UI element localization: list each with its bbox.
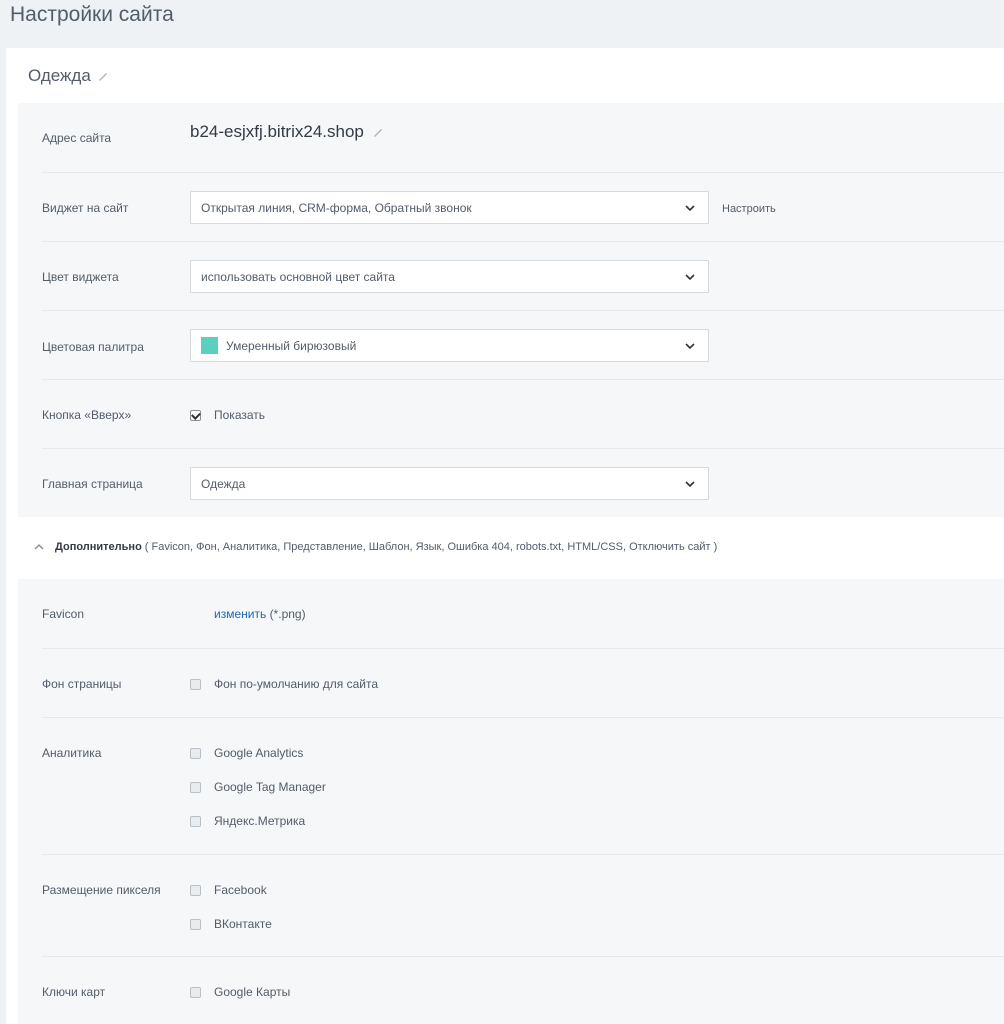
row-maps: Ключи карт Google Карты xyxy=(42,956,1004,1024)
advanced-title: Дополнительно xyxy=(55,541,142,553)
palette-swatch xyxy=(201,337,218,354)
pixel-label: Размещение пикселя xyxy=(42,883,161,897)
analytics-option: Google Analytics xyxy=(214,746,304,760)
up-button-checkbox[interactable]: Показать xyxy=(190,407,265,423)
row-up-button: Кнопка «Вверх» Показать xyxy=(42,379,1004,448)
pixel-option: ВКонтакте xyxy=(214,917,272,931)
checkbox-icon[interactable] xyxy=(190,781,201,793)
chevron-down-icon xyxy=(684,271,696,283)
analytics-option: Google Tag Manager xyxy=(214,780,326,794)
row-home-page: Главная страница Одежда xyxy=(42,448,1004,517)
settings-card: Одежда Адрес сайта b24-esjxfj.bitrix24.s… xyxy=(6,48,1004,1024)
advanced-items: ( Favicon, Фон, Аналитика, Представление… xyxy=(144,541,718,553)
row-background: Фон страницы Фон по-умолчанию для сайта xyxy=(42,648,1004,717)
favicon-hint: (*.png) xyxy=(269,607,306,621)
row-favicon: Favicon изменить (*.png) xyxy=(42,579,1004,648)
background-checkbox[interactable]: Фон по-умолчанию для сайта xyxy=(190,676,378,692)
edit-pencil-icon[interactable] xyxy=(97,70,109,82)
palette-select[interactable]: Умеренный бирюзовый xyxy=(190,329,709,362)
chevron-down-icon xyxy=(684,340,696,352)
widget-setup-link[interactable]: Настроить xyxy=(722,203,776,215)
home-page-label: Главная страница xyxy=(42,477,143,491)
chevron-up-icon xyxy=(34,542,44,552)
site-address-value: b24-esjxfj.bitrix24.shop xyxy=(190,122,364,141)
checkbox-icon[interactable] xyxy=(190,884,201,896)
row-palette: Цветовая палитра Умеренный бирюзовый xyxy=(42,310,1004,379)
home-page-select[interactable]: Одежда xyxy=(190,467,709,500)
row-analytics: Аналитика Google Analytics Google Tag Ma… xyxy=(42,717,1004,854)
checkbox-icon[interactable] xyxy=(190,918,201,930)
home-page-value: Одежда xyxy=(201,476,246,491)
chevron-down-icon xyxy=(684,202,696,214)
widget-color-label: Цвет виджета xyxy=(42,270,119,284)
maps-label: Ключи карт xyxy=(42,985,106,999)
analytics-label: Аналитика xyxy=(42,746,102,760)
google-analytics-checkbox[interactable]: Google Analytics xyxy=(190,745,326,761)
widget-select[interactable]: Открытая линия, CRM-форма, Обратный звон… xyxy=(190,191,709,224)
vkontakte-pixel-checkbox[interactable]: ВКонтакте xyxy=(190,916,272,932)
checkbox-icon[interactable] xyxy=(190,815,201,827)
maps-option: Google Карты xyxy=(214,985,291,999)
background-option: Фон по-умолчанию для сайта xyxy=(214,677,379,691)
row-pixel: Размещение пикселя Facebook ВКонтакте xyxy=(42,854,1004,956)
pixel-option: Facebook xyxy=(214,883,267,897)
facebook-pixel-checkbox[interactable]: Facebook xyxy=(190,882,272,898)
main-settings-panel: Адрес сайта b24-esjxfj.bitrix24.shop Вид… xyxy=(18,103,1004,517)
favicon-label: Favicon xyxy=(42,607,85,621)
row-address: Адрес сайта b24-esjxfj.bitrix24.shop xyxy=(42,103,1004,172)
palette-value: Умеренный бирюзовый xyxy=(226,338,357,353)
widget-color-select[interactable]: использовать основной цвет сайта xyxy=(190,260,709,293)
advanced-toggle[interactable]: Дополнительно ( Favicon, Фон, Аналитика,… xyxy=(34,541,717,553)
page-title: Настройки сайта xyxy=(10,3,174,26)
up-button-option: Показать xyxy=(214,408,266,422)
checkbox-icon[interactable] xyxy=(190,678,201,690)
site-name-header: Одежда xyxy=(28,66,109,86)
site-name: Одежда xyxy=(28,66,91,85)
row-widget-color: Цвет виджета использовать основной цвет … xyxy=(42,241,1004,310)
address-label: Адрес сайта xyxy=(42,131,112,145)
background-label: Фон страницы xyxy=(42,677,122,691)
analytics-option: Яндекс.Метрика xyxy=(214,814,306,828)
google-tag-manager-checkbox[interactable]: Google Tag Manager xyxy=(190,779,326,795)
up-button-label: Кнопка «Вверх» xyxy=(42,408,132,422)
advanced-settings-panel: Favicon изменить (*.png) Фон страницы Фо… xyxy=(18,579,1004,1024)
row-widget: Виджет на сайт Открытая линия, CRM-форма… xyxy=(42,172,1004,241)
checkbox-icon[interactable] xyxy=(190,986,201,998)
widget-select-value: Открытая линия, CRM-форма, Обратный звон… xyxy=(201,200,472,215)
favicon-change-link[interactable]: изменить xyxy=(214,607,266,621)
widget-color-value: использовать основной цвет сайта xyxy=(201,269,395,284)
site-address: b24-esjxfj.bitrix24.shop xyxy=(190,122,384,142)
widget-label: Виджет на сайт xyxy=(42,201,129,215)
palette-label: Цветовая палитра xyxy=(42,340,144,354)
chevron-down-icon xyxy=(684,478,696,490)
yandex-metrika-checkbox[interactable]: Яндекс.Метрика xyxy=(190,813,326,829)
checkbox-checked-icon[interactable] xyxy=(190,409,201,421)
edit-address-icon[interactable] xyxy=(372,126,384,138)
google-maps-checkbox[interactable]: Google Карты xyxy=(190,984,290,1000)
checkbox-icon[interactable] xyxy=(190,747,201,759)
